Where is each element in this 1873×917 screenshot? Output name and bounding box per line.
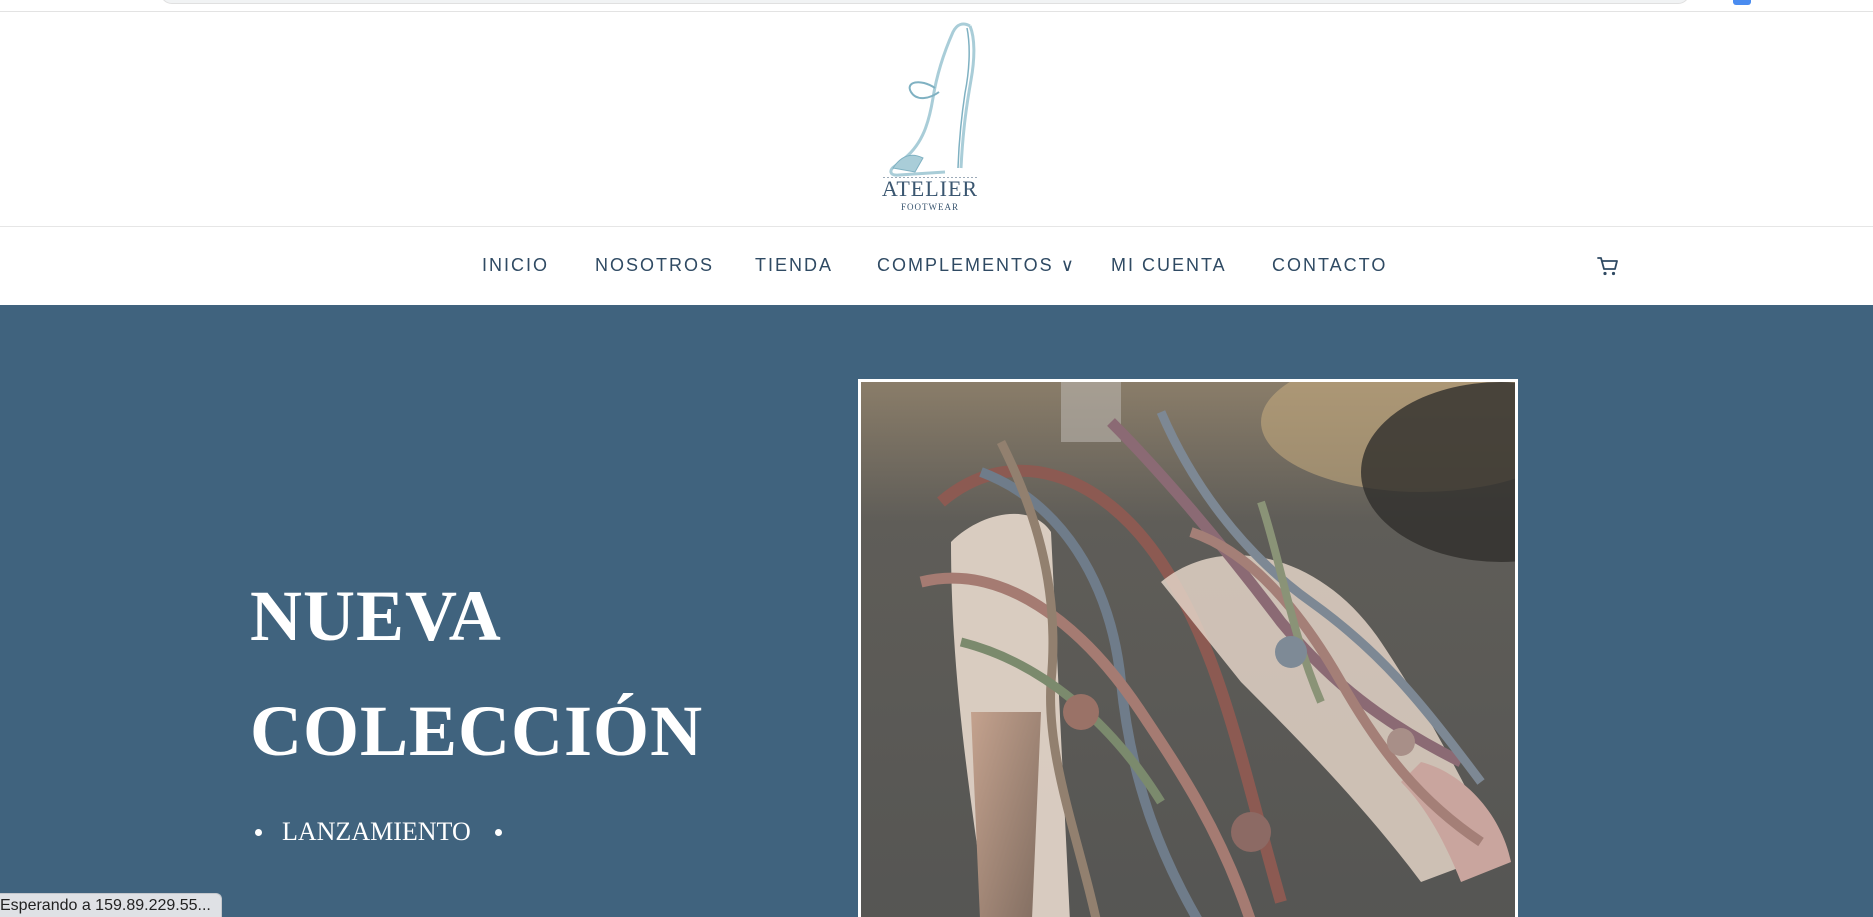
nav-item-mi-cuenta[interactable]: MI CUENTA bbox=[1111, 255, 1227, 276]
browser-toolbar-edge bbox=[0, 0, 1873, 12]
cart-icon[interactable] bbox=[1596, 254, 1620, 278]
nav-item-contacto[interactable]: CONTACTO bbox=[1272, 255, 1387, 276]
site-header: ATELIER FOOTWEAR bbox=[0, 12, 1873, 227]
hero-title-line1: NUEVA bbox=[250, 576, 502, 656]
bullet-dot bbox=[255, 828, 262, 836]
nav-item-tienda[interactable]: TIENDA bbox=[755, 255, 833, 276]
nav-item-complementos[interactable]: COMPLEMENTOS ∨ bbox=[877, 255, 1076, 276]
extension-icon[interactable] bbox=[1733, 0, 1751, 5]
hero-tagline: LANZAMIENTO bbox=[255, 817, 502, 847]
logo-wordmark: ATELIER bbox=[881, 176, 979, 201]
nav-item-inicio[interactable]: INICIO bbox=[482, 255, 549, 276]
logo-subtitle: FOOTWEAR bbox=[901, 202, 959, 212]
main-navigation: INICIO NOSOTROS TIENDA COMPLEMENTOS ∨ MI… bbox=[0, 228, 1873, 305]
browser-status-bubble: Esperando a 159.89.229.55... bbox=[0, 893, 222, 917]
bullet-dot bbox=[494, 828, 502, 836]
high-heel-logo-icon bbox=[883, 22, 977, 178]
hero-title-line2: COLECCIÓN bbox=[250, 691, 704, 771]
hero-banner: NUEVA COLECCIÓN LANZAMIENTO bbox=[0, 305, 1873, 917]
floral-sandals-photo bbox=[858, 379, 1518, 917]
site-logo[interactable]: ATELIER FOOTWEAR bbox=[860, 18, 1000, 218]
nav-item-nosotros[interactable]: NOSOTROS bbox=[595, 255, 714, 276]
address-bar[interactable] bbox=[160, 0, 1690, 4]
hero-tag-text: LANZAMIENTO bbox=[282, 817, 471, 846]
